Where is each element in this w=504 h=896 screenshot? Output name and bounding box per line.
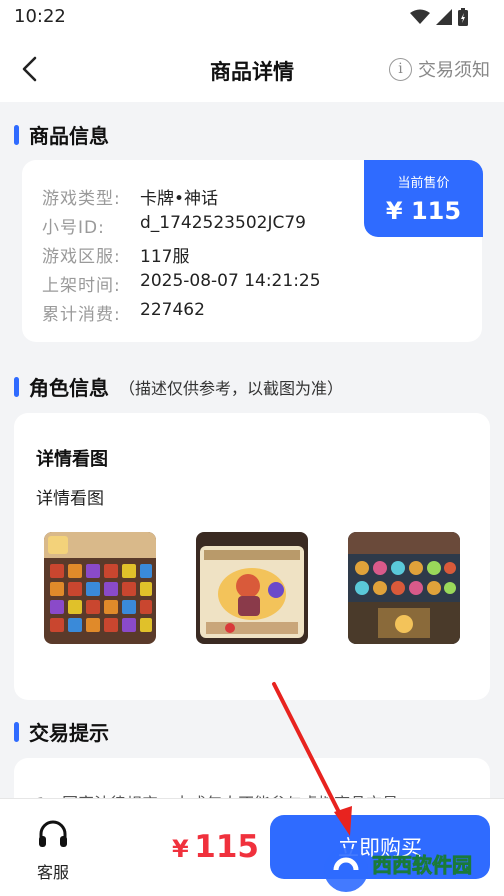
section-accent-bar: [14, 376, 19, 397]
customer-service-button[interactable]: 客服: [30, 819, 76, 883]
status-icons: [410, 8, 468, 26]
info-value: d_1742523502JC79: [140, 213, 306, 233]
page-header: 商品详情 i 交易须知: [0, 36, 504, 102]
info-row-server: 游戏区服: 117服: [42, 242, 189, 267]
section-accent-bar: [14, 721, 19, 742]
role-heading: 详情看图: [36, 449, 108, 470]
info-value: 卡牌•神话: [140, 189, 219, 209]
svg-text:西西软件园: 西西软件园: [372, 853, 472, 877]
goods-section-title: 商品信息: [14, 120, 109, 149]
info-value: 2025-08-07 14:21:25: [140, 271, 321, 291]
info-icon: i: [389, 57, 412, 81]
battery-icon: [458, 8, 468, 26]
info-value: 227462: [140, 300, 205, 320]
price-currency: ¥: [172, 835, 189, 863]
svg-text:CR173.COM: CR173.COM: [380, 880, 446, 893]
current-price-value: ¥ 115: [385, 197, 462, 225]
info-row-total-spend: 累计消费: 227462: [42, 300, 205, 325]
role-section-title: 角色信息 （描述仅供参考，以截图为准）: [14, 372, 343, 401]
status-bar: 10:22: [0, 0, 504, 36]
tips-section-title: 交易提示: [14, 717, 109, 746]
screenshot-thumbnail-character[interactable]: [196, 532, 308, 644]
info-label: 游戏类型:: [42, 189, 121, 209]
role-section-label: 角色信息: [29, 376, 109, 400]
bottom-price: ¥ 115: [172, 829, 259, 865]
current-price-tag: 当前售价 ¥ 115: [364, 160, 483, 237]
role-description: 详情看图: [36, 489, 104, 509]
info-row-listed-time: 上架时间: 2025-08-07 14:21:25: [42, 271, 321, 296]
role-section-note: （描述仅供参考，以截图为准）: [119, 378, 344, 398]
site-watermark-logo: 西西软件园 CR173.COM: [318, 840, 504, 896]
info-label: 上架时间:: [42, 276, 121, 296]
price-amount: 115: [194, 829, 259, 865]
signal-icon: [436, 9, 452, 25]
role-info-card: 详情看图 详情看图: [14, 413, 490, 700]
screenshot-thumbnail-inventory[interactable]: [44, 532, 156, 644]
info-row-account-id: 小号ID: d_1742523502JC79: [42, 213, 306, 238]
section-accent-bar: [14, 124, 19, 145]
wifi-icon: [410, 9, 430, 24]
current-price-label: 当前售价: [397, 176, 450, 191]
info-value: 117服: [140, 247, 190, 267]
headset-icon: [39, 820, 67, 847]
trade-notice-button[interactable]: i 交易须知: [389, 56, 490, 82]
customer-service-label: 客服: [36, 863, 69, 882]
trade-notice-label: 交易须知: [418, 60, 490, 81]
status-time: 10:22: [14, 6, 66, 27]
tips-section-label: 交易提示: [29, 721, 109, 745]
info-label: 累计消费:: [42, 305, 121, 325]
screenshot-thumbnail-battle[interactable]: [348, 532, 460, 644]
goods-section-label: 商品信息: [29, 124, 109, 148]
info-label: 小号ID:: [42, 218, 105, 238]
info-label: 游戏区服:: [42, 247, 121, 267]
info-row-game-type: 游戏类型: 卡牌•神话: [42, 184, 218, 209]
